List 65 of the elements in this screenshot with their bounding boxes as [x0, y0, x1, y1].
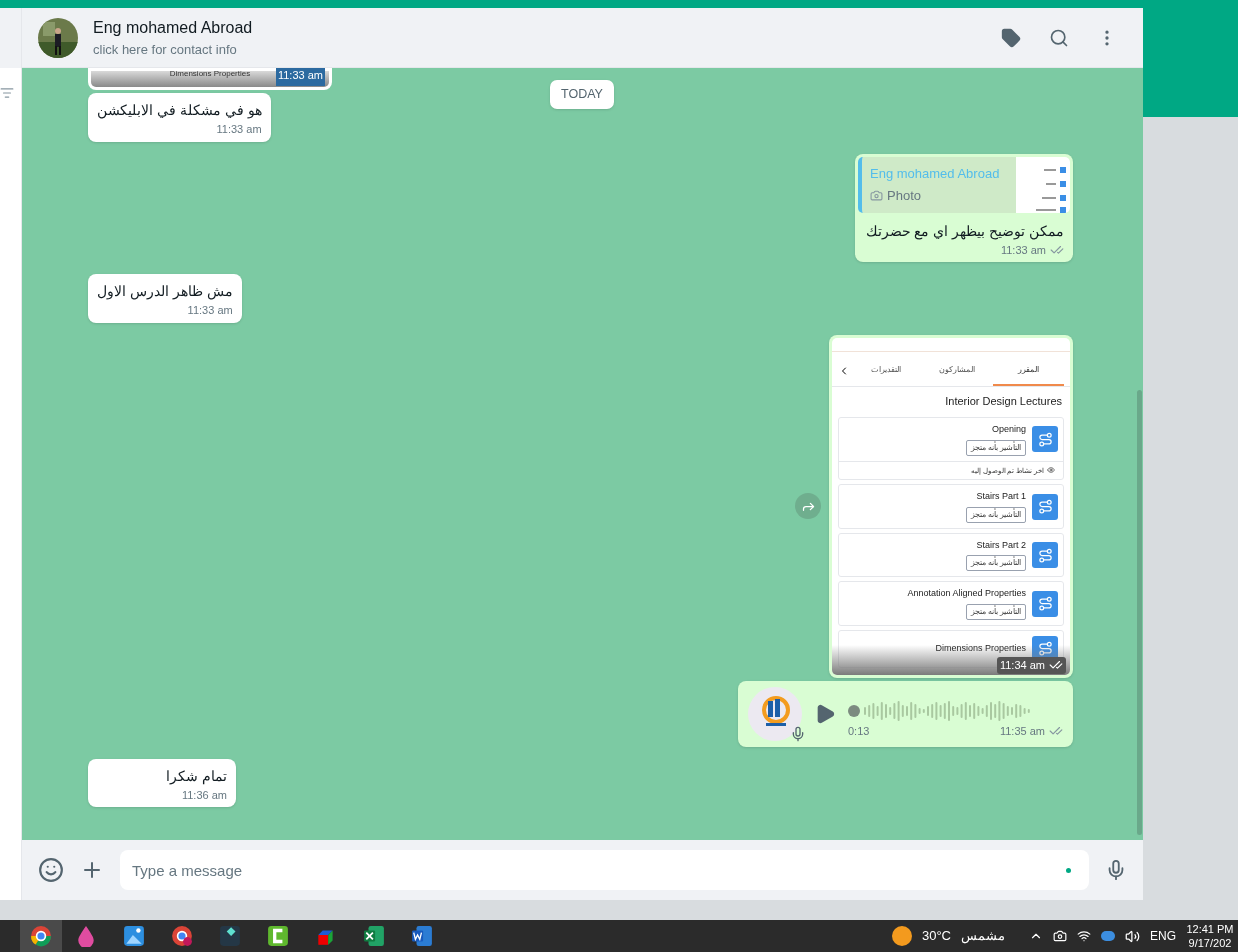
emoji-icon[interactable]: [38, 857, 64, 883]
quote-author: Eng mohamed Abroad: [870, 165, 1001, 183]
forward-button[interactable]: [795, 493, 821, 519]
route-icon: [1032, 590, 1058, 617]
message-text: مش ظاهر الدرس الاول: [97, 282, 233, 302]
lesson-title: Annotation Aligned Properties: [907, 587, 1026, 601]
message-text: هو في مشكلة في الابليكشن: [97, 101, 262, 121]
route-icon: [1032, 493, 1058, 520]
route-icon: [1032, 426, 1058, 453]
taskbar-app[interactable]: [20, 920, 62, 952]
browser-icon: [171, 925, 193, 947]
contact-subtitle[interactable]: click here for contact info: [93, 39, 1001, 60]
voice-duration: 0:13: [848, 723, 870, 739]
message-input[interactable]: Type a message: [120, 850, 1089, 890]
browser-icon: [30, 925, 52, 947]
quoted-message[interactable]: Eng mohamed Abroad Photo: [858, 156, 1070, 213]
message-time: 11:33 am: [187, 303, 233, 318]
tab-label: المقرر: [992, 356, 1064, 386]
language-indicator[interactable]: ENG: [1150, 927, 1176, 945]
message-time: 11:33 am: [216, 122, 262, 137]
sun-icon: [891, 926, 912, 946]
image-message[interactable]: [829, 334, 1073, 678]
message-text: ممكن توضيح بيظهر اي مع حضرتك: [864, 221, 1065, 242]
lesson-title: Stairs Part 2: [976, 538, 1026, 552]
lesson-title: Stairs Part 1: [976, 490, 1026, 504]
clock-date[interactable]: 9/17/202: [1188, 936, 1232, 950]
label-icon[interactable]: [1001, 27, 1021, 48]
tab-label: المشاركون: [938, 364, 976, 376]
image-caption: Dimensions Properties: [169, 69, 251, 78]
clock-time[interactable]: 12:41 PM: [1186, 922, 1234, 936]
search-icon[interactable]: [1049, 27, 1069, 48]
volume-icon[interactable]: [1125, 928, 1140, 944]
message-text: تمام شكرا: [165, 766, 227, 787]
cloud-icon[interactable]: [1101, 931, 1115, 941]
drop-icon: [75, 925, 97, 947]
mic-icon: [790, 724, 806, 743]
lesson-title: Dimensions Properties: [935, 642, 1026, 655]
photos-icon: [123, 925, 145, 947]
message-time: 11:33 am: [1000, 242, 1046, 258]
camera-icon[interactable]: [1053, 929, 1067, 943]
status-tag: التأشير بأنه متجز: [965, 555, 1026, 572]
status-tag: التأشير بأنه متجز: [965, 439, 1026, 456]
message-time: 11:36 am: [181, 787, 227, 803]
word-icon: [411, 925, 433, 947]
photo-thumbnail: [1016, 156, 1070, 213]
weather-text: مشمس: [961, 927, 1005, 946]
camera-icon: [870, 188, 883, 202]
lesson-title: Opening: [991, 423, 1026, 436]
excel-icon: [363, 925, 385, 947]
temperature: 30°C: [921, 927, 951, 946]
message-time: 11:33 am: [277, 69, 323, 81]
eye-icon: [1047, 466, 1055, 475]
date-chip: TODAY: [550, 80, 614, 109]
logo-icon: [748, 686, 802, 741]
message-time: 11:35 am: [999, 723, 1045, 739]
status-tag: التأشير بأنه متجز: [965, 603, 1026, 620]
quote-label: Photo: [887, 186, 921, 205]
contact-name[interactable]: Eng mohamed Abroad: [93, 15, 1001, 40]
route-icon: [1032, 542, 1058, 568]
status-tag: التأشير بأنه متجز: [965, 506, 1026, 523]
editor-icon: [219, 925, 241, 947]
screen-title: Interior Design Lectures: [944, 393, 1063, 409]
tab-label: التقديرات: [869, 364, 902, 376]
wifi-icon[interactable]: [1077, 929, 1091, 943]
message-time: 11:34 am: [999, 658, 1045, 673]
